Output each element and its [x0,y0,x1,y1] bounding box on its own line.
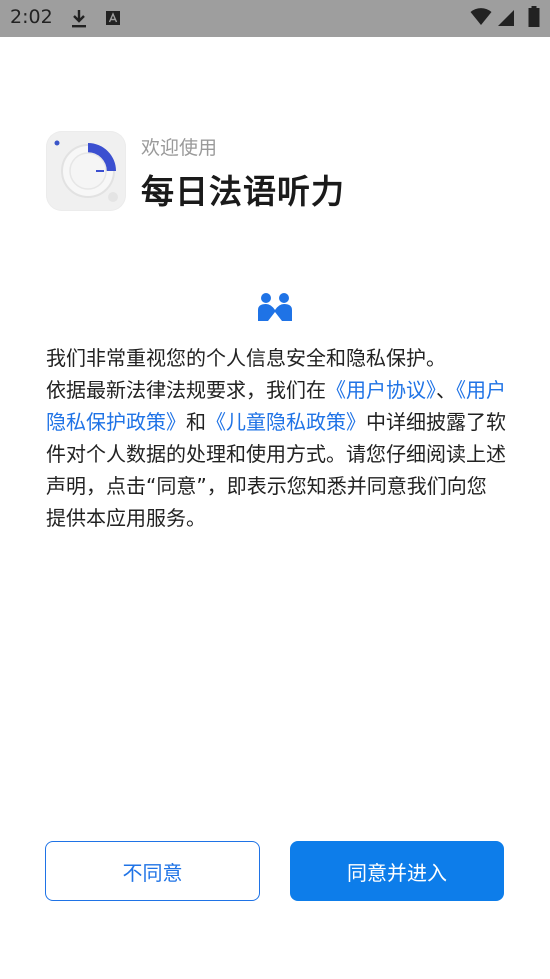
wifi-icon [470,8,492,25]
app-header: 欢迎使用 每日法语听力 [46,131,506,213]
user-agreement-link[interactable]: 《用户协议》 [326,378,436,402]
download-icon [72,10,86,28]
handshake-icon [258,293,292,321]
status-time: 2:02 [10,6,53,28]
agree-enter-button[interactable]: 同意并进入 [290,841,504,901]
decline-button[interactable]: 不同意 [45,841,260,901]
child-privacy-link[interactable]: 《儿童隐私政策》 [206,410,366,434]
policy-paragraph: 依据最新法律法规要求，我们在《用户协议》、《用户隐私保护政策》和《儿童隐私政策》… [46,374,506,534]
privacy-statement: 我们非常重视您的个人信息安全和隐私保护。 依据最新法律法规要求，我们在《用户协议… [46,342,506,534]
policy-text-prefix: 依据最新法律法规要求，我们在 [46,378,326,402]
font-a-icon [106,11,120,25]
app-title: 每日法语听力 [141,172,345,211]
policy-separator: 、 [436,378,456,402]
policy-line-1: 我们非常重视您的个人信息安全和隐私保护。 [46,346,446,370]
status-bar: 2:02 [0,0,550,37]
navigation-bar [0,965,550,979]
signal-icon [498,10,514,26]
welcome-text: 欢迎使用 [141,137,218,159]
policy-and-text: 和 [186,410,206,434]
battery-icon [528,6,540,27]
app-logo [46,131,126,211]
app-logo-icon [54,140,118,202]
